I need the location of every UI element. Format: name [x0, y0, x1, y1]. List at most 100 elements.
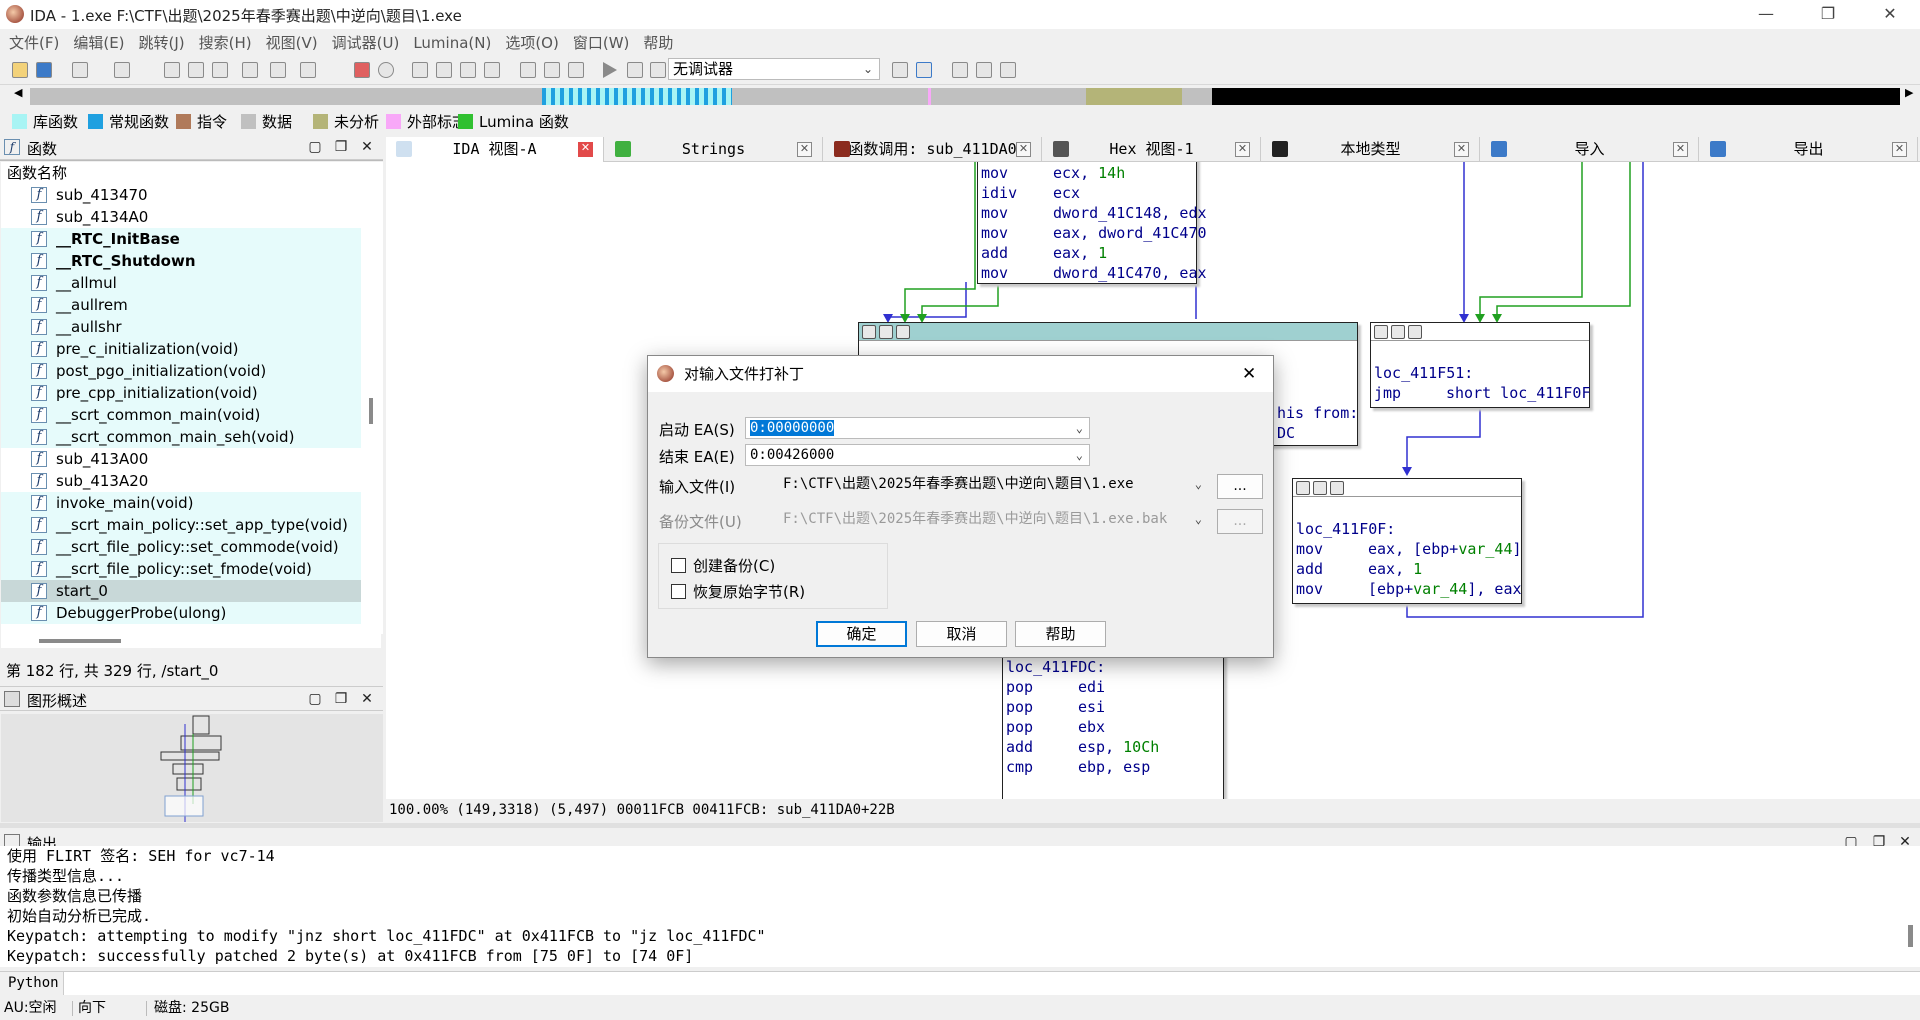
function-name[interactable]: DebuggerProbe(ulong): [56, 604, 226, 622]
text-icon[interactable]: [300, 62, 316, 78]
asm-line[interactable]: pop edi: [1006, 677, 1223, 697]
output-vscroll[interactable]: [1902, 857, 1920, 967]
node-edit-icon[interactable]: [879, 325, 893, 339]
menu-item[interactable]: 选项(O): [498, 29, 566, 56]
function-name[interactable]: __scrt_file_policy::set_fmode(void): [56, 560, 312, 578]
tab-0[interactable]: IDA 视图-A ✕: [386, 137, 604, 162]
nav-band-bar[interactable]: [30, 88, 1900, 105]
cmd-input[interactable]: [66, 972, 1916, 995]
asm-line[interactable]: cmp ebp, esp: [1006, 757, 1223, 777]
function-row[interactable]: f __RTC_Shutdown: [1, 250, 361, 272]
asm-operands[interactable]: ebx: [1078, 718, 1105, 736]
checkbox-box[interactable]: [671, 584, 686, 599]
asm-operands[interactable]: eax,: [1053, 244, 1098, 262]
function-row[interactable]: f post_pgo_initialization(void): [1, 360, 361, 382]
function-row[interactable]: f __scrt_common_main(void): [1, 404, 361, 426]
asm-line[interactable]: mov eax, [ebp+var_44]: [1296, 539, 1522, 559]
minimize-button[interactable]: —: [1746, 2, 1786, 28]
nav-left-arrow-icon[interactable]: ◀: [14, 86, 22, 99]
node-label[interactable]: loc_411F51:: [1374, 364, 1473, 382]
asm-operands[interactable]: ecx,: [1053, 164, 1098, 182]
outdent-icon[interactable]: [1000, 62, 1016, 78]
close-window-button[interactable]: ✕: [1870, 2, 1910, 28]
asm-line[interactable]: pop esi: [1006, 697, 1223, 717]
function-row[interactable]: f sub_413470: [1, 184, 361, 206]
node-collapse-icon[interactable]: [896, 325, 910, 339]
function-name[interactable]: __scrt_main_policy::set_app_type(void): [56, 516, 348, 534]
restore-bytes-checkbox[interactable]: 恢复原始字节(R): [671, 581, 805, 602]
node-color-icon[interactable]: [1296, 481, 1310, 495]
function-name[interactable]: __allmul: [56, 274, 117, 292]
function-name[interactable]: __aullshr: [56, 318, 122, 336]
jump-icon[interactable]: [270, 62, 286, 78]
menu-item[interactable]: 跳转(J): [132, 29, 192, 56]
nav-right-arrow-icon[interactable]: ▶: [1905, 86, 1913, 99]
vscroll-thumb[interactable]: [369, 398, 373, 424]
forward-icon[interactable]: [114, 62, 130, 78]
circle-icon[interactable]: [378, 62, 394, 78]
node-color-icon[interactable]: [1374, 325, 1388, 339]
function-row[interactable]: f pre_cpp_initialization(void): [1, 382, 361, 404]
debugger-select[interactable]: 无调试器 ⌄: [668, 58, 880, 80]
asm-operands[interactable]: eax, dword_41C470: [1053, 224, 1207, 242]
start-ea-value[interactable]: 0:00000000: [750, 420, 835, 436]
function-row[interactable]: f __aullrem: [1, 294, 361, 316]
function-row[interactable]: f __allmul: [1, 272, 361, 294]
asm-args[interactable]: short loc_411F0F: [1446, 384, 1591, 402]
asm-operands[interactable]: esp,: [1078, 738, 1123, 756]
function-list[interactable]: f sub_413470 f sub_4134A0 f __RTC_InitBase f __…: [1, 162, 383, 634]
asm-line[interactable]: idiv ecx: [981, 183, 1196, 203]
checkbox-box[interactable]: [671, 558, 686, 573]
backup-file-value[interactable]: F:\CTF\出题\2025年春季赛出题\中逆向\题目\1.exe.bak: [783, 511, 1167, 527]
function-row[interactable]: f DebuggerProbe(ulong): [1, 602, 361, 624]
back-icon[interactable]: [72, 62, 88, 78]
graph-node-loc-411f0f[interactable]: loc_411F0F: mov eax, [ebp+var_44] add eax, 1…: [1292, 478, 1522, 604]
backup-file-browse-button[interactable]: ...: [1217, 509, 1263, 534]
menu-item[interactable]: 搜索(H): [192, 29, 259, 56]
function-name[interactable]: pre_cpp_initialization(void): [56, 384, 258, 402]
copy-icon[interactable]: [164, 62, 180, 78]
node-color-icon[interactable]: [862, 325, 876, 339]
input-file-combo[interactable]: F:\CTF\出题\2025年春季赛出题\中逆向\题目\1.exe ⌄: [776, 474, 1208, 496]
navigation-band[interactable]: ◀ ▶: [0, 85, 1920, 106]
menu-item[interactable]: 文件(F): [2, 29, 66, 56]
function-name[interactable]: start_0: [56, 582, 108, 600]
help-button[interactable]: 帮助: [1015, 621, 1106, 647]
function-name[interactable]: sub_413A00: [56, 450, 148, 468]
function-list-hscroll[interactable]: [1, 634, 381, 648]
data-icon[interactable]: [436, 62, 452, 78]
function-row[interactable]: f start_0: [1, 580, 361, 602]
menu-item[interactable]: Lumina(N): [406, 31, 498, 55]
tab-5[interactable]: 导入 ✕: [1481, 137, 1699, 162]
node-edit-icon[interactable]: [1391, 325, 1405, 339]
node-collapse-icon[interactable]: [1408, 325, 1422, 339]
tab-1[interactable]: Strings ✕: [605, 137, 823, 162]
function-name[interactable]: post_pgo_initialization(void): [56, 362, 266, 380]
process-icon[interactable]: [916, 62, 932, 78]
tab-close-icon[interactable]: ✕: [797, 142, 812, 157]
tab-6[interactable]: 导出 ✕: [1700, 137, 1918, 162]
asm-operands[interactable]: eax,: [1368, 560, 1413, 578]
function-name[interactable]: __scrt_file_policy::set_commode(void): [56, 538, 339, 556]
cmd-language-button[interactable]: Python: [0, 972, 64, 995]
tab-close-icon[interactable]: ✕: [1016, 142, 1031, 157]
search-icon[interactable]: [242, 62, 258, 78]
asm-line[interactable]: mov dword_41C148, edx: [981, 203, 1207, 223]
asm-line[interactable]: mov eax, dword_41C470: [981, 223, 1207, 243]
graph-overview[interactable]: [1, 714, 383, 822]
function-name[interactable]: sub_413A20: [56, 472, 148, 490]
menu-item[interactable]: 窗口(W): [566, 29, 637, 56]
indent-icon[interactable]: [976, 62, 992, 78]
dialog-close-button[interactable]: ✕: [1242, 356, 1256, 392]
tab-4[interactable]: 本地类型 ✕: [1262, 137, 1480, 162]
cancel-button[interactable]: 取消: [916, 621, 1007, 647]
panel-float-icon[interactable]: ❐: [332, 690, 350, 708]
function-name[interactable]: sub_413470: [56, 186, 148, 204]
save-icon[interactable]: [36, 62, 52, 78]
asm-operands[interactable]: esi: [1078, 698, 1105, 716]
end-ea-combo[interactable]: 0:00426000 ⌄: [745, 444, 1090, 466]
node-collapse-icon[interactable]: [1330, 481, 1344, 495]
function-list-header[interactable]: 函数名称: [1, 162, 381, 184]
start-ea-combo[interactable]: 0:00000000 ⌄: [745, 417, 1090, 439]
open-file-icon[interactable]: [12, 62, 28, 78]
